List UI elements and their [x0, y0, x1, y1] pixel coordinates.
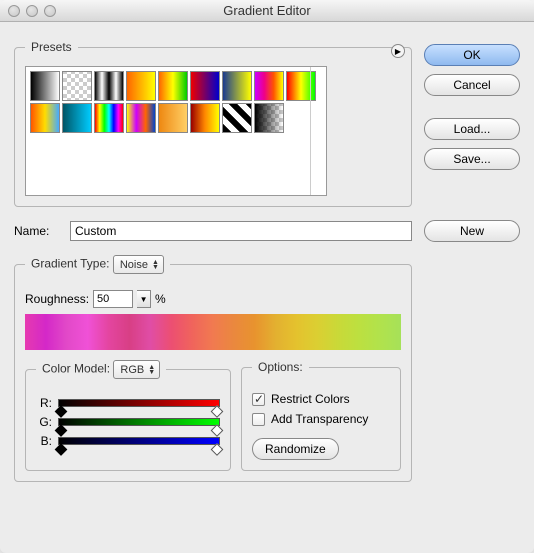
checkbox-icon: [252, 413, 265, 426]
options-group: Options: Restrict Colors Add Transparenc…: [241, 360, 401, 471]
restrict-colors-checkbox[interactable]: Restrict Colors: [252, 392, 390, 406]
preset-swatch[interactable]: [158, 103, 188, 133]
preset-swatch[interactable]: [222, 103, 252, 133]
color-model-group: Color Model: RGB ▲▼ R: G: B:: [25, 360, 231, 471]
checkbox-icon: [252, 393, 265, 406]
channel-label: G:: [36, 415, 52, 429]
options-legend: Options:: [252, 360, 309, 374]
gradient-type-group: Gradient Type: Noise ▲▼ Roughness: ▼ %: [14, 255, 412, 482]
select-arrows-icon: ▲▼: [148, 365, 155, 375]
channel-slider-row: G:: [36, 415, 220, 429]
channel-label: R:: [36, 396, 52, 410]
preset-swatch[interactable]: [94, 71, 124, 101]
titlebar: Gradient Editor: [0, 0, 534, 22]
preset-swatch[interactable]: [190, 71, 220, 101]
preset-swatch[interactable]: [30, 71, 60, 101]
channel-label: B:: [36, 434, 52, 448]
color-model-legend: Color Model: RGB ▲▼: [36, 360, 166, 379]
save-button[interactable]: Save...: [424, 148, 520, 170]
preset-swatch[interactable]: [254, 71, 284, 101]
select-arrows-icon: ▲▼: [152, 260, 159, 270]
preset-swatch[interactable]: [190, 103, 220, 133]
ok-button[interactable]: OK: [424, 44, 520, 66]
preset-swatch[interactable]: [94, 103, 124, 133]
preset-swatch[interactable]: [126, 103, 156, 133]
color-model-select[interactable]: RGB ▲▼: [113, 360, 160, 379]
cancel-button[interactable]: Cancel: [424, 74, 520, 96]
new-button[interactable]: New: [424, 220, 520, 242]
randomize-button[interactable]: Randomize: [252, 438, 339, 460]
preset-swatch[interactable]: [62, 71, 92, 101]
presets-scrollbar[interactable]: [310, 67, 326, 195]
preset-swatch[interactable]: [62, 103, 92, 133]
presets-box: [25, 66, 327, 196]
channel-slider[interactable]: [58, 415, 220, 429]
add-transparency-checkbox[interactable]: Add Transparency: [252, 412, 390, 426]
channel-slider[interactable]: [58, 396, 220, 410]
gradient-preview: [25, 314, 401, 350]
window-title: Gradient Editor: [0, 3, 534, 18]
gradient-editor-window: Gradient Editor Presets ▶ Name: Gradient…: [0, 0, 534, 553]
channel-slider-row: R:: [36, 396, 220, 410]
presets-legend: Presets: [25, 40, 78, 54]
gradient-type-select[interactable]: Noise ▲▼: [113, 255, 164, 274]
presets-flyout-icon[interactable]: ▶: [391, 44, 405, 58]
preset-swatch[interactable]: [222, 71, 252, 101]
load-button[interactable]: Load...: [424, 118, 520, 140]
preset-swatch[interactable]: [30, 103, 60, 133]
name-label: Name:: [14, 224, 62, 238]
roughness-input[interactable]: [93, 290, 133, 308]
name-input[interactable]: [70, 221, 412, 241]
roughness-dropdown-icon[interactable]: ▼: [137, 290, 151, 308]
preset-swatch[interactable]: [126, 71, 156, 101]
roughness-label: Roughness:: [25, 292, 89, 306]
channel-slider-row: B:: [36, 434, 220, 448]
preset-swatch[interactable]: [254, 103, 284, 133]
gradient-type-legend: Gradient Type: Noise ▲▼: [25, 255, 170, 274]
preset-swatch[interactable]: [158, 71, 188, 101]
roughness-percent: %: [155, 292, 166, 306]
presets-group: Presets ▶: [14, 40, 412, 207]
channel-slider[interactable]: [58, 434, 220, 448]
